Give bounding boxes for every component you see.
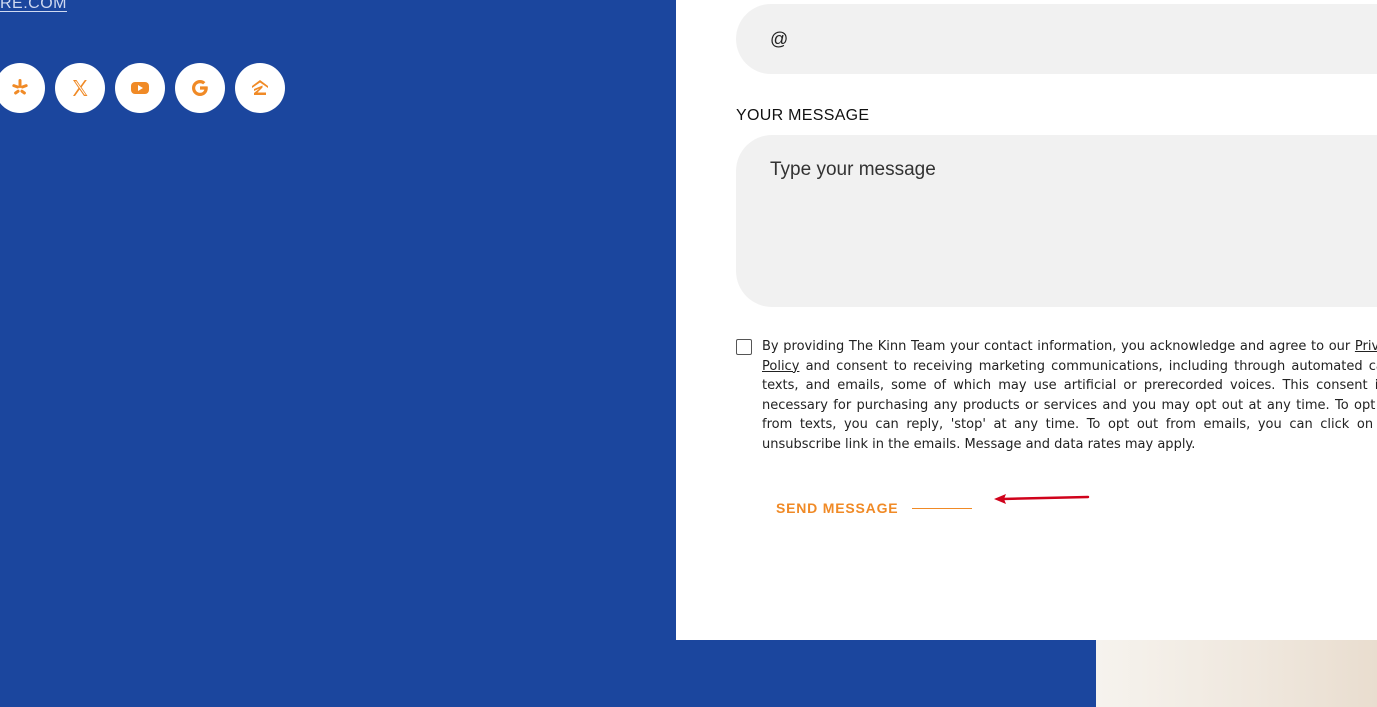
consent-text: By providing The Kinn Team your contact … bbox=[762, 337, 1377, 454]
annotation-arrow-icon bbox=[994, 494, 1090, 504]
message-field[interactable] bbox=[736, 135, 1377, 307]
zillow-button[interactable] bbox=[235, 63, 285, 113]
social-links bbox=[0, 63, 285, 113]
consent-text-before: By providing The Kinn Team your contact … bbox=[762, 339, 1355, 354]
page: RE.COM @ YOUR MESSAGE Type your message … bbox=[0, 0, 1377, 707]
background-photo bbox=[1096, 640, 1377, 707]
x-twitter-button[interactable] bbox=[55, 63, 105, 113]
send-message-line bbox=[912, 507, 973, 509]
email-field[interactable] bbox=[736, 4, 1377, 74]
google-button[interactable] bbox=[175, 63, 225, 113]
website-link[interactable]: RE.COM bbox=[0, 0, 67, 13]
message-label: YOUR MESSAGE bbox=[736, 107, 870, 124]
send-message-label: SEND MESSAGE bbox=[776, 500, 899, 516]
youtube-icon bbox=[131, 82, 149, 94]
youtube-button[interactable] bbox=[115, 63, 165, 113]
yelp-icon bbox=[12, 79, 28, 95]
email-input[interactable] bbox=[768, 27, 1372, 51]
yelp-button[interactable] bbox=[0, 63, 45, 113]
send-message-button[interactable]: SEND MESSAGE bbox=[776, 500, 973, 516]
x-icon bbox=[73, 80, 88, 96]
consent-text-after: and consent to receiving marketing commu… bbox=[762, 358, 1377, 452]
zillow-icon bbox=[252, 80, 268, 95]
message-textarea[interactable] bbox=[768, 157, 1372, 281]
consent-checkbox[interactable] bbox=[736, 339, 752, 355]
google-icon bbox=[192, 80, 208, 96]
contact-form: YOUR MESSAGE By providing The Kinn Team … bbox=[676, 0, 1377, 640]
